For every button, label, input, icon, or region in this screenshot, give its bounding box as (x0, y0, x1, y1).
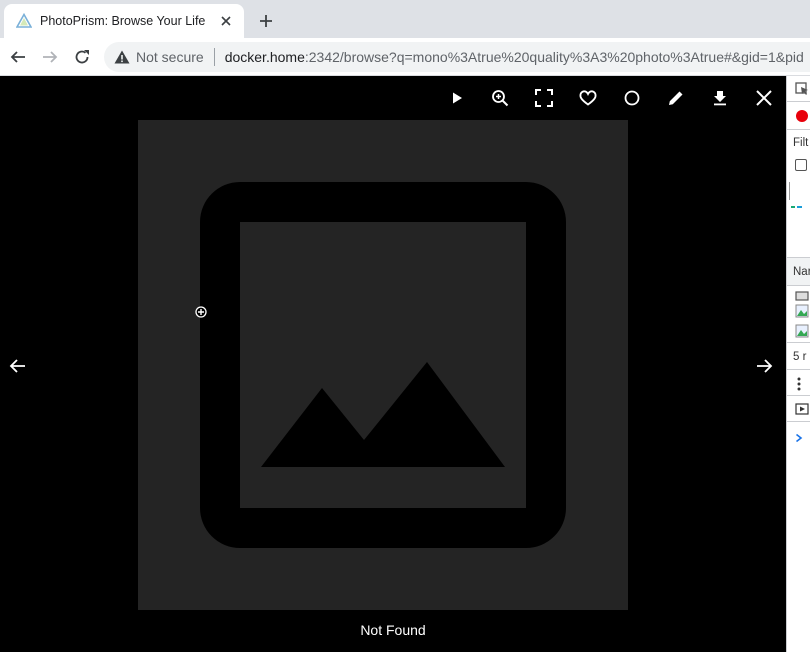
inspect-element-icon[interactable] (795, 82, 809, 101)
filter-label: Filt (793, 137, 809, 149)
new-tab-icon[interactable] (256, 11, 276, 31)
previous-arrow-icon[interactable] (6, 354, 30, 378)
next-arrow-icon[interactable] (752, 354, 776, 378)
reload-icon[interactable] (72, 47, 92, 67)
network-toolbar (787, 102, 810, 130)
devtools-panel: Filt Nar 5 r (786, 76, 810, 652)
cursor-crosshair-icon (195, 305, 207, 318)
network-summary: 5 r (787, 342, 810, 370)
address-bar[interactable]: Not secure docker.home:2342/browse?q=mon… (104, 42, 810, 72)
image-file-icon (795, 304, 809, 318)
back-arrow-icon[interactable] (8, 47, 28, 67)
browser-toolbar: Not secure docker.home:2342/browse?q=mon… (0, 38, 810, 76)
tab-close-icon[interactable] (218, 13, 234, 29)
play-icon[interactable] (445, 86, 469, 110)
forward-arrow-icon[interactable] (40, 47, 60, 67)
heart-icon[interactable] (576, 86, 600, 110)
console-sidebar-icon[interactable] (795, 402, 809, 420)
filter-checkbox[interactable] (795, 159, 807, 171)
name-header-label: Nar (793, 266, 810, 278)
security-label[interactable]: Not secure (136, 49, 204, 65)
image-caption: Not Found (360, 622, 426, 638)
tab-title: PhotoPrism: Browse Your Life (40, 14, 206, 28)
photoprism-favicon-icon (16, 13, 32, 29)
url-host: docker.home (224, 49, 305, 65)
url-path: :2342/browse?q=mono%3Atrue%20quality%3A3… (304, 49, 804, 65)
devtools-toolbar (787, 76, 810, 102)
more-options-icon[interactable] (797, 377, 801, 396)
record-icon[interactable] (796, 110, 808, 122)
timeline-marks (791, 206, 802, 208)
image-not-found-icon (200, 182, 566, 548)
name-column-header[interactable]: Nar (787, 258, 810, 286)
browser-tab[interactable]: PhotoPrism: Browse Your Life (4, 4, 244, 38)
url-text[interactable]: docker.home:2342/browse?q=mono%3Atrue%20… (225, 49, 804, 65)
request-row[interactable] (795, 304, 809, 323)
overview-divider (789, 182, 790, 200)
omnibox-divider (213, 48, 215, 66)
fullscreen-icon[interactable] (532, 86, 556, 110)
broken-image-placeholder (138, 120, 628, 610)
zoom-in-icon[interactable] (488, 86, 512, 110)
circle-select-icon[interactable] (620, 86, 644, 110)
edit-icon[interactable] (664, 86, 688, 110)
close-icon[interactable] (752, 86, 776, 110)
image-file-icon (795, 324, 809, 338)
request-count: 5 r (793, 351, 807, 363)
drawer-toolbar (787, 370, 810, 396)
console-prompt-icon[interactable] (795, 430, 803, 448)
filter-section: Filt (787, 130, 810, 258)
warning-icon[interactable] (114, 49, 130, 65)
photo-viewer: Not Found (0, 76, 786, 652)
request-row[interactable] (795, 324, 809, 343)
browser-tab-strip: PhotoPrism: Browse Your Life (0, 0, 810, 38)
download-icon[interactable] (708, 86, 732, 110)
console-toolbar (787, 396, 810, 422)
